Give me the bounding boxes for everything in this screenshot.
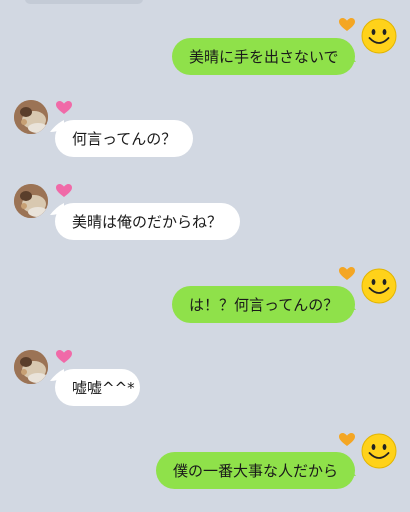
orange-heart-icon[interactable]: [339, 433, 355, 447]
top-strip: [25, 0, 143, 4]
message-bubble[interactable]: 美晴は俺のだからね？: [55, 203, 240, 240]
smiley-avatar-icon[interactable]: [361, 433, 397, 469]
message-bubble[interactable]: 嘘嘘^^*: [55, 369, 140, 406]
message-bubble[interactable]: 僕の一番大事な人だから: [156, 452, 355, 489]
message-bubble[interactable]: は！？何言ってんの？: [172, 286, 355, 323]
message-bubble[interactable]: 美晴に手を出さないで: [172, 38, 355, 75]
message-bubble[interactable]: 何言ってんの？: [55, 120, 193, 157]
pink-heart-icon[interactable]: [56, 101, 72, 115]
orange-heart-icon[interactable]: [339, 267, 355, 281]
contact-avatar[interactable]: [14, 100, 48, 134]
orange-heart-icon[interactable]: [339, 18, 355, 32]
contact-avatar[interactable]: [14, 184, 48, 218]
contact-avatar[interactable]: [14, 350, 48, 384]
smiley-avatar-icon[interactable]: [361, 268, 397, 304]
pink-heart-icon[interactable]: [56, 184, 72, 198]
pink-heart-icon[interactable]: [56, 350, 72, 364]
smiley-avatar-icon[interactable]: [361, 18, 397, 54]
